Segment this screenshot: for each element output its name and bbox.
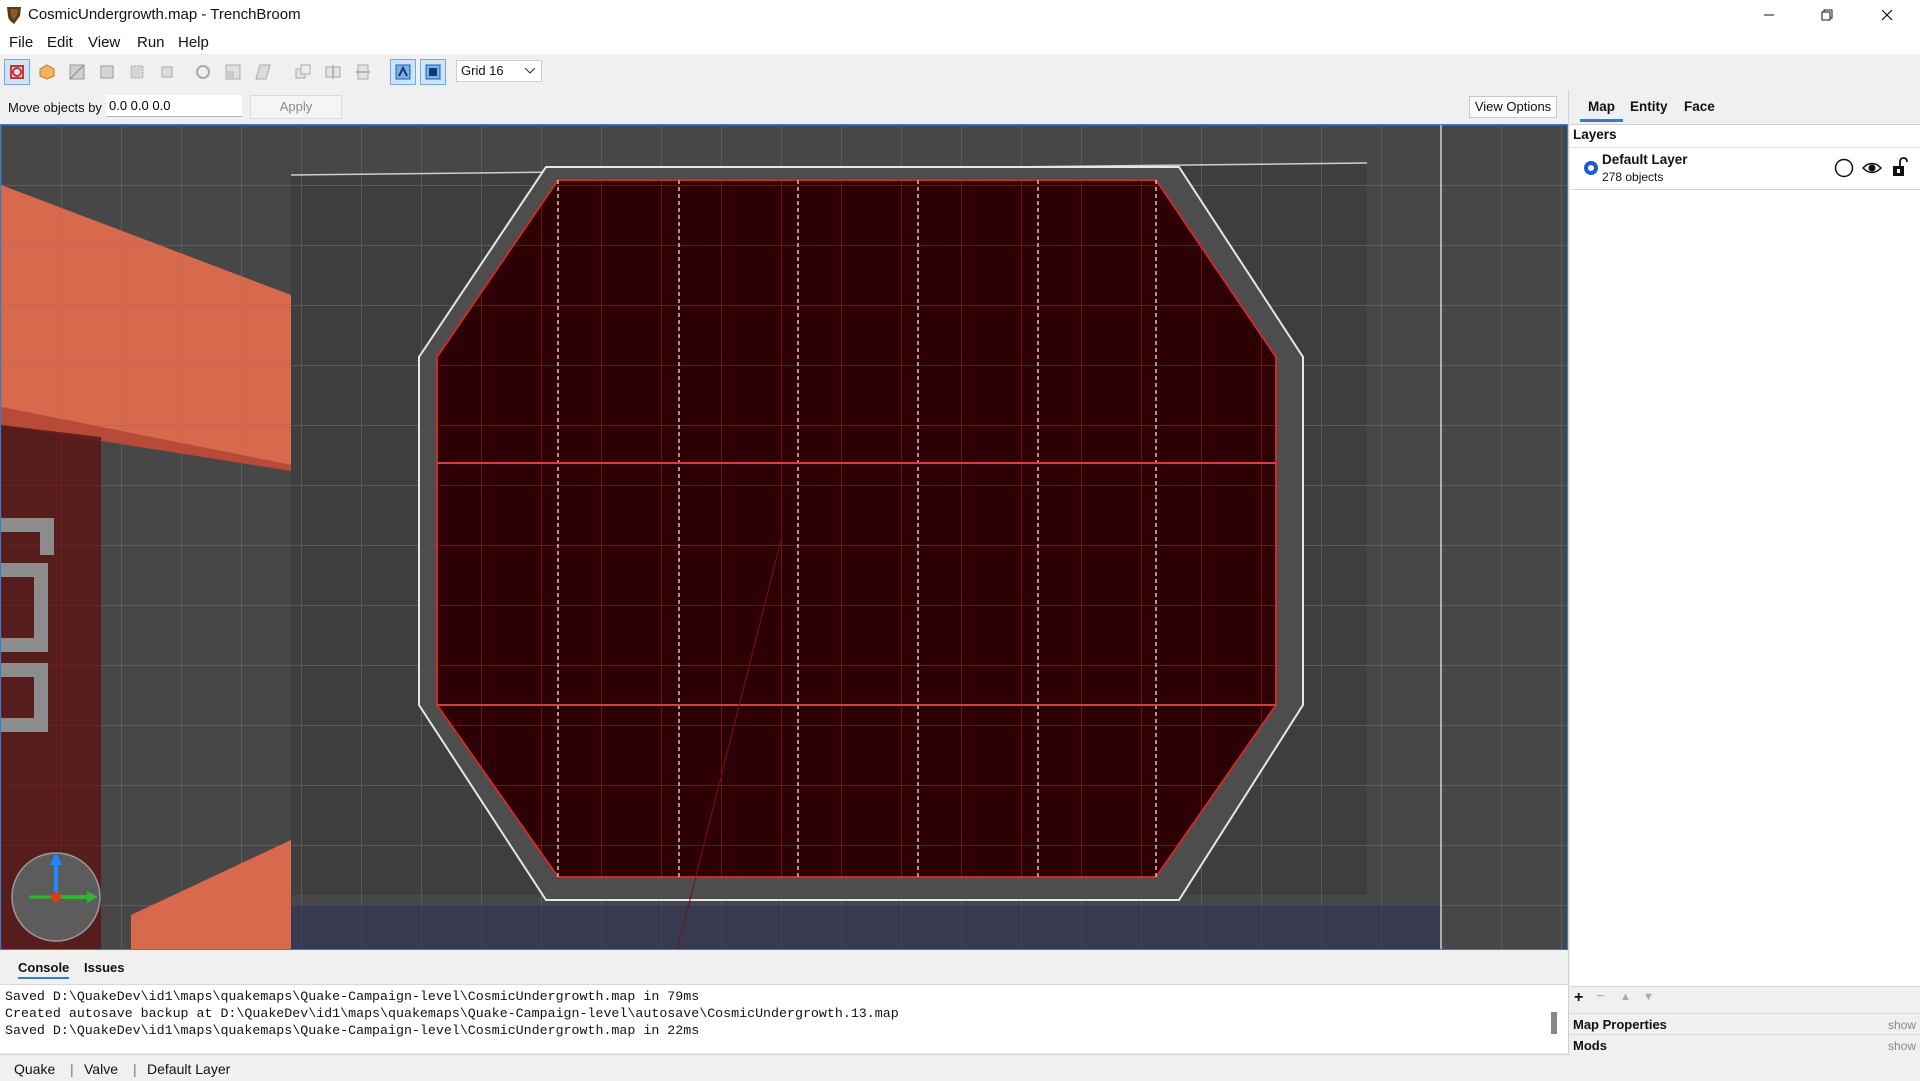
uv-lock-icon [425, 64, 441, 80]
layers-header: Layers [1573, 127, 1617, 142]
flip-horizontal-button[interactable] [320, 59, 346, 85]
tab-console[interactable]: Console [18, 960, 70, 979]
shear-tool-icon [255, 64, 271, 80]
close-button[interactable] [1864, 0, 1910, 30]
status-format: Valve [84, 1061, 118, 1077]
face-tool-icon [161, 66, 173, 78]
console-line: Saved D:\QuakeDev\id1\maps\quakemaps\Qua… [5, 989, 700, 1004]
menu-bar: File Edit View Run Help [0, 30, 1920, 54]
layer-controls-bar: + − ▲ ▼ [1570, 986, 1920, 1013]
select-tool-icon [10, 65, 24, 79]
status-game: Quake [14, 1061, 56, 1077]
grid-size-select[interactable]: Grid 16 [456, 60, 542, 82]
map-viewport-3d[interactable] [0, 124, 1568, 950]
trenchbroom-logo-icon [7, 7, 21, 24]
brush-tool-icon [39, 64, 55, 80]
map-properties-section[interactable]: Map Properties show [1570, 1013, 1920, 1034]
select-tool-button[interactable] [4, 59, 30, 85]
inspector-panel [1570, 125, 1920, 1005]
minimize-button[interactable] [1746, 0, 1792, 30]
map-properties-title: Map Properties [1573, 1017, 1667, 1032]
console-output: Saved D:\QuakeDev\id1\maps\quakemaps\Qua… [0, 984, 1568, 1053]
duplicate-button[interactable] [290, 59, 316, 85]
edge-tool-button[interactable] [124, 59, 150, 85]
texture-lock-button[interactable] [390, 59, 416, 85]
scale-tool-button[interactable] [220, 59, 246, 85]
tab-entity[interactable]: Entity [1630, 99, 1668, 114]
remove-layer-icon[interactable]: − [1596, 988, 1605, 1006]
flip-horizontal-icon [325, 65, 341, 79]
clip-tool-button[interactable] [64, 59, 90, 85]
restore-icon [1821, 9, 1833, 21]
flip-vertical-button[interactable] [350, 59, 376, 85]
menu-file[interactable]: File [9, 34, 33, 51]
console-line: Saved D:\QuakeDev\id1\maps\quakemaps\Qua… [5, 1023, 700, 1038]
status-bar: Quake | Valve | Default Layer [0, 1054, 1920, 1081]
console-tab-bar: Console Issues [0, 954, 1568, 982]
mods-section[interactable]: Mods show [1570, 1034, 1920, 1055]
panel-divider[interactable] [1568, 90, 1569, 1054]
active-layer-radio-icon[interactable] [1583, 160, 1599, 176]
scale-tool-icon [225, 64, 241, 80]
console-line: Created autosave backup at D:\QuakeDev\i… [5, 1006, 899, 1021]
tab-issues[interactable]: Issues [84, 960, 124, 975]
toolbar [0, 54, 1920, 90]
duplicate-icon [295, 64, 311, 79]
shear-tool-button[interactable] [250, 59, 276, 85]
face-tool-button[interactable] [154, 59, 180, 85]
status-layer: Default Layer [147, 1061, 231, 1077]
omit-from-export-icon[interactable] [1834, 158, 1854, 178]
layer-row-default[interactable]: Default Layer 278 objects [1570, 147, 1920, 190]
inspector-tab-bar: Map Entity Face [1570, 90, 1920, 125]
viewport-scene [1, 125, 1567, 949]
status-separator: | [70, 1061, 74, 1077]
tab-map[interactable]: Map [1580, 99, 1623, 122]
texture-lock-icon [395, 64, 411, 80]
status-separator: | [133, 1061, 137, 1077]
minimize-icon [1764, 14, 1774, 16]
menu-view[interactable]: View [88, 34, 120, 51]
layer-object-count: 278 objects [1602, 170, 1664, 184]
mods-title: Mods [1573, 1038, 1607, 1053]
clip-tool-icon [69, 64, 85, 80]
visibility-eye-icon[interactable] [1862, 159, 1882, 177]
rotate-tool-button[interactable] [190, 59, 216, 85]
add-layer-icon[interactable]: + [1574, 989, 1583, 1007]
close-icon [1881, 9, 1893, 21]
apply-button[interactable]: Apply [250, 95, 342, 119]
menu-edit[interactable]: Edit [47, 34, 73, 51]
restore-button[interactable] [1804, 0, 1850, 30]
vertex-tool-icon [100, 65, 114, 79]
layer-name: Default Layer [1602, 152, 1688, 167]
mods-show[interactable]: show [1888, 1039, 1916, 1053]
brush-tool-button[interactable] [34, 59, 60, 85]
map-properties-show[interactable]: show [1888, 1018, 1916, 1032]
move-layer-down-icon[interactable]: ▼ [1643, 991, 1654, 1003]
tab-face[interactable]: Face [1684, 99, 1715, 114]
move-layer-up-icon[interactable]: ▲ [1620, 991, 1631, 1003]
uv-lock-button[interactable] [420, 59, 446, 85]
edge-tool-icon [130, 65, 144, 79]
axis-gizmo [11, 852, 101, 942]
menu-help[interactable]: Help [178, 34, 209, 51]
move-objects-label: Move objects by [8, 100, 102, 115]
chevron-down-icon [525, 68, 535, 74]
move-offset-input[interactable] [106, 95, 242, 117]
window-title: CosmicUndergrowth.map - TrenchBroom [28, 6, 301, 23]
lock-open-icon[interactable] [1892, 157, 1908, 177]
rotate-tool-icon [196, 65, 210, 79]
grid-size-value: Grid 16 [461, 63, 504, 78]
flip-vertical-icon [356, 64, 370, 80]
console-scrollbar[interactable] [1551, 1012, 1557, 1034]
view-options-button[interactable]: View Options [1469, 96, 1557, 118]
menu-run[interactable]: Run [137, 34, 165, 51]
vertex-tool-button[interactable] [94, 59, 120, 85]
